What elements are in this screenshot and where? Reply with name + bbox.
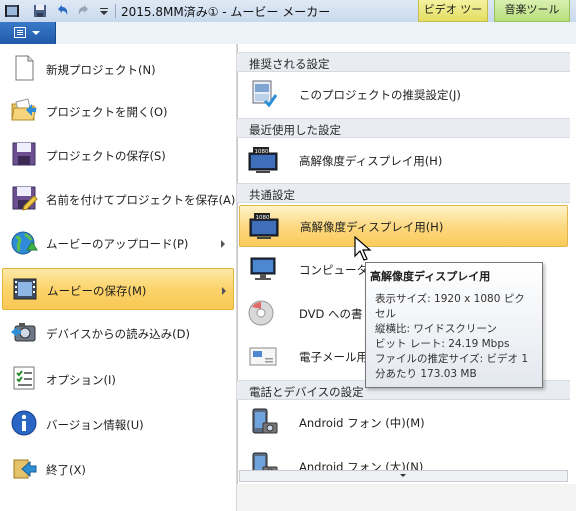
options-list-icon	[10, 364, 38, 392]
menu-item-save-movie[interactable]: ムービーの保存(M)	[2, 268, 234, 310]
menu-item-label: 名前を付けてプロジェクトを保存(A)	[46, 193, 236, 207]
tooltip-line: 縦横比: ワイドスクリーン	[375, 323, 497, 335]
menu-item-label: デバイスからの読み込み(D)	[46, 327, 190, 341]
info-icon	[10, 409, 38, 437]
submenu-arrow-icon	[221, 240, 225, 248]
menu-item-label: オプション(I)	[46, 373, 116, 387]
menu-item-label: ムービーのアップロード(P)	[46, 237, 189, 251]
tooltip-line: ビット レート: 24.19 Mbps	[375, 338, 510, 350]
undo-icon[interactable]	[54, 3, 70, 19]
save-quick-icon[interactable]	[32, 3, 48, 19]
submenu-arrow-icon	[222, 287, 226, 295]
new-project-icon	[10, 54, 38, 82]
menu-item-label: このプロジェクトの推奨設定(J)	[299, 88, 461, 102]
menu-item-label: 終了(X)	[46, 463, 86, 477]
open-folder-icon	[10, 96, 38, 124]
mouse-pointer-icon	[354, 235, 372, 262]
menu-item-exit[interactable]: 終了(X)	[2, 448, 234, 490]
svg-text:1080: 1080	[256, 215, 270, 221]
section-header: 共通設定	[237, 183, 570, 203]
menu-item-label: 電子メール用	[299, 350, 368, 364]
menu-item-label: DVD への書	[299, 307, 363, 321]
title-separator	[115, 4, 116, 18]
file-menu-button[interactable]	[0, 22, 56, 44]
menu-item-save-project[interactable]: プロジェクトの保存(S)	[2, 134, 234, 176]
android-medium-item[interactable]: Android フォン (中)(M)	[239, 402, 568, 444]
menu-item-options[interactable]: オプション(I)	[2, 358, 234, 400]
menu-item-label: プロジェクトを開く(O)	[46, 105, 168, 119]
file-menu-icon	[14, 27, 26, 38]
music-tools-tab[interactable]: 音楽ツール	[494, 0, 570, 22]
tooltip-body: 表示サイズ: 1920 x 1080 ピク セル 縦横比: ワイドスクリーン ビ…	[375, 292, 540, 382]
save-disk-icon	[10, 140, 38, 168]
menu-item-version-info[interactable]: バージョン情報(U)	[2, 403, 234, 445]
menu-item-label: ムービーの保存(M)	[47, 284, 147, 298]
redo-icon[interactable]	[76, 3, 92, 19]
film-save-icon	[11, 275, 39, 303]
menu-footer	[237, 484, 576, 511]
menu-item-import-from-device[interactable]: デバイスからの読み込み(D)	[2, 312, 234, 354]
title-bar: 2015.8MM済み① - ムービー メーカー ビデオ ツール 音楽ツール	[0, 0, 576, 36]
menu-item-label: 高解像度ディスプレイ用(H)	[300, 220, 444, 234]
movie-maker-app-icon[interactable]	[4, 3, 20, 19]
recommended-settings-icon	[247, 79, 279, 109]
computer-monitor-icon	[247, 254, 279, 284]
tooltip-line: 分あたり 173.03 MB	[375, 368, 477, 380]
hd-display-1080-icon: 1080	[248, 211, 280, 241]
menu-item-label: 新規プロジェクト(N)	[46, 63, 156, 77]
globe-upload-icon	[10, 228, 38, 256]
hd-display-1080-icon: 1080	[247, 145, 279, 175]
tooltip-title: 高解像度ディスプレイ用	[370, 270, 491, 283]
recent-hd-display-item[interactable]: 1080 高解像度ディスプレイ用(H)	[239, 140, 568, 182]
chevron-down-icon	[400, 474, 406, 477]
menu-item-upload-movie[interactable]: ムービーのアップロード(P)	[2, 222, 234, 264]
android-large-item[interactable]: Android フォン (大)(N)	[239, 446, 568, 470]
camera-import-icon	[10, 318, 38, 346]
video-tools-tab[interactable]: ビデオ ツール	[418, 0, 488, 36]
menu-item-label: バージョン情報(U)	[46, 418, 144, 432]
window-title: 2015.8MM済み① - ムービー メーカー	[121, 5, 331, 19]
menu-item-open-project[interactable]: プロジェクトを開く(O)	[2, 90, 234, 132]
tooltip-line: セル	[375, 308, 396, 320]
svg-text:1080: 1080	[255, 149, 269, 155]
save-as-icon	[10, 184, 38, 212]
common-hd-display-item[interactable]: 1080 高解像度ディスプレイ用(H)	[239, 205, 568, 247]
tooltip-line: ファイルの推定サイズ: ビデオ 1	[375, 353, 529, 365]
ribbon-bar	[0, 22, 576, 44]
hd-display-tooltip: 高解像度ディスプレイ用 表示サイズ: 1920 x 1080 ピク セル 縦横比…	[365, 262, 543, 388]
chevron-down-icon	[32, 31, 40, 35]
menu-item-label: 高解像度ディスプレイ用(H)	[299, 154, 443, 168]
section-header: 最近使用した設定	[237, 118, 570, 138]
menu-item-label: プロジェクトの保存(S)	[46, 149, 166, 163]
recommended-settings-item[interactable]: このプロジェクトの推奨設定(J)	[239, 74, 568, 116]
section-header: 推奨される設定	[237, 52, 570, 72]
dvd-icon	[247, 298, 279, 328]
exit-icon	[10, 454, 38, 482]
android-phone-icon	[247, 451, 279, 470]
menu-item-new-project[interactable]: 新規プロジェクト(N)	[2, 48, 234, 90]
menu-item-label: Android フォン (大)(N)	[299, 460, 424, 470]
tooltip-line: 表示サイズ: 1920 x 1080 ピク	[375, 293, 525, 305]
menu-item-label: Android フォン (中)(M)	[299, 416, 425, 430]
customize-toolbar-icon[interactable]	[96, 3, 112, 19]
submenu-scroll-down[interactable]	[239, 470, 568, 482]
menu-item-save-as[interactable]: 名前を付けてプロジェクトを保存(A)	[2, 178, 236, 220]
android-phone-icon	[247, 407, 279, 437]
email-icon	[247, 341, 279, 371]
